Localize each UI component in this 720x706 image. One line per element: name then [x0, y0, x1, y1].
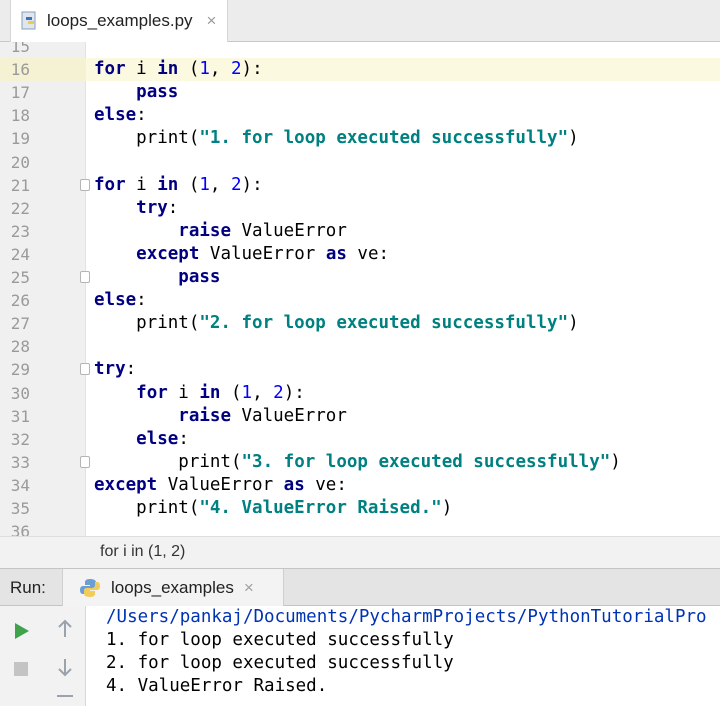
editor-tab-label: loops_examples.py — [47, 11, 193, 30]
code-line[interactable]: 25 pass — [0, 266, 720, 289]
line-number: 19 — [10, 129, 30, 149]
close-icon[interactable]: × — [244, 578, 254, 598]
code-line[interactable]: 24 except ValueError as ve: — [0, 243, 720, 266]
console-line: /Users/pankaj/Documents/PycharmProjects/… — [106, 607, 707, 627]
scroll-down-arrow-icon[interactable] — [52, 654, 78, 680]
fold-marker-icon[interactable] — [80, 455, 90, 468]
close-icon[interactable]: × — [207, 11, 217, 31]
line-number: 16 — [10, 60, 30, 80]
code-line[interactable]: 29 try: — [0, 358, 720, 381]
code-text: except ValueError as ve: — [94, 474, 347, 495]
editor-tab-loops-examples[interactable]: loops_examples.py × — [10, 0, 228, 42]
console-line: 1. for loop executed successfully — [106, 630, 454, 650]
code-text: pass — [136, 82, 179, 103]
line-number: 20 — [10, 152, 30, 172]
code-editor[interactable]: 15 16 for i in (1, 2): 17 pass 18 else: 19 pri… — [0, 42, 720, 536]
code-line[interactable]: 36 — [0, 520, 720, 536]
line-number: 17 — [10, 83, 30, 103]
line-number: 36 — [10, 522, 30, 536]
line-number: 26 — [10, 291, 30, 311]
line-number: 32 — [10, 429, 30, 449]
code-line[interactable]: 32 else: — [0, 428, 720, 451]
scroll-up-arrow-icon[interactable] — [52, 616, 78, 642]
code-line[interactable]: 26 else: — [0, 289, 720, 312]
fold-marker-icon[interactable] — [80, 363, 90, 376]
console-line: 4. ValueError Raised. — [106, 676, 328, 696]
line-number: 18 — [10, 106, 30, 126]
code-text: try: — [94, 359, 137, 380]
soft-wrap-icon[interactable] — [52, 690, 78, 706]
code-text: for i in (1, 2): — [94, 174, 263, 195]
line-number: 29 — [10, 360, 30, 380]
code-line[interactable]: 16 for i in (1, 2): — [0, 58, 720, 81]
line-number: 25 — [10, 268, 30, 287]
code-text: except ValueError as ve: — [136, 243, 390, 264]
rerun-play-icon[interactable] — [8, 618, 34, 644]
line-number: 33 — [10, 452, 30, 472]
run-tab-label: loops_examples — [111, 577, 234, 597]
line-number: 24 — [10, 244, 30, 264]
code-line[interactable]: 20 — [0, 151, 720, 174]
line-number: 21 — [10, 175, 30, 195]
code-line[interactable]: 35 print("4. ValueError Raised.") — [0, 497, 720, 520]
code-line[interactable]: 33 print("3. for loop executed successfu… — [0, 451, 720, 474]
python-icon — [80, 578, 100, 597]
code-text: print("4. ValueError Raised.") — [94, 498, 453, 518]
code-line[interactable]: 30 for i in (1, 2): — [0, 382, 720, 405]
line-number: 34 — [10, 475, 30, 495]
code-line[interactable]: 22 try: — [0, 197, 720, 220]
code-text: try: — [136, 197, 179, 218]
code-text: raise ValueError — [178, 405, 347, 426]
line-number: 28 — [10, 337, 30, 357]
fold-marker-icon[interactable] — [80, 178, 90, 191]
run-tab-loops-examples[interactable]: loops_examples × — [62, 569, 284, 606]
code-line[interactable]: 19 print("1. for loop executed successfu… — [0, 127, 720, 150]
code-line[interactable]: 21 for i in (1, 2): — [0, 174, 720, 197]
editor-tab-bar: loops_examples.py × — [0, 0, 720, 42]
code-text: raise ValueError — [178, 220, 347, 241]
code-text: print("3. for loop executed successfully… — [94, 451, 621, 472]
run-console[interactable]: /Users/pankaj/Documents/PycharmProjects/… — [86, 606, 720, 706]
code-line[interactable]: 31 raise ValueError — [0, 405, 720, 428]
code-line[interactable]: 34 except ValueError as ve: — [0, 474, 720, 497]
line-number: 27 — [10, 314, 30, 334]
code-text: for i in (1, 2): — [94, 59, 263, 80]
fold-marker-icon[interactable] — [80, 271, 90, 283]
run-tool-window-header: Run: loops_examples × — [0, 568, 720, 606]
code-text: print("2. for loop executed successfully… — [94, 313, 579, 334]
console-line: 2. for loop executed successfully — [106, 653, 454, 673]
python-file-icon — [21, 11, 36, 30]
code-line[interactable]: 18 else: — [0, 104, 720, 127]
code-line[interactable]: 15 — [0, 42, 720, 58]
code-text: pass — [178, 267, 221, 287]
line-number: 23 — [10, 221, 30, 241]
stop-icon[interactable] — [8, 656, 34, 682]
run-label: Run: — [10, 578, 46, 597]
code-line[interactable]: 27 print("2. for loop executed successfu… — [0, 312, 720, 335]
line-number: 30 — [10, 383, 30, 403]
line-number: 31 — [10, 406, 30, 426]
code-text: for i in (1, 2): — [136, 382, 305, 403]
code-line[interactable]: 17 pass — [0, 81, 720, 104]
code-line[interactable]: 28 — [0, 335, 720, 358]
line-number: 35 — [10, 499, 30, 518]
code-text: else: — [94, 290, 147, 311]
line-number: 22 — [10, 198, 30, 218]
line-number: 15 — [10, 42, 30, 56]
code-text: else: — [136, 428, 189, 449]
breadcrumb[interactable]: for i in (1, 2) — [0, 536, 720, 568]
code-line[interactable]: 23 raise ValueError — [0, 220, 720, 243]
code-text: print("1. for loop executed successfully… — [94, 128, 579, 149]
code-text: else: — [94, 105, 147, 126]
run-toolbar — [0, 606, 86, 706]
